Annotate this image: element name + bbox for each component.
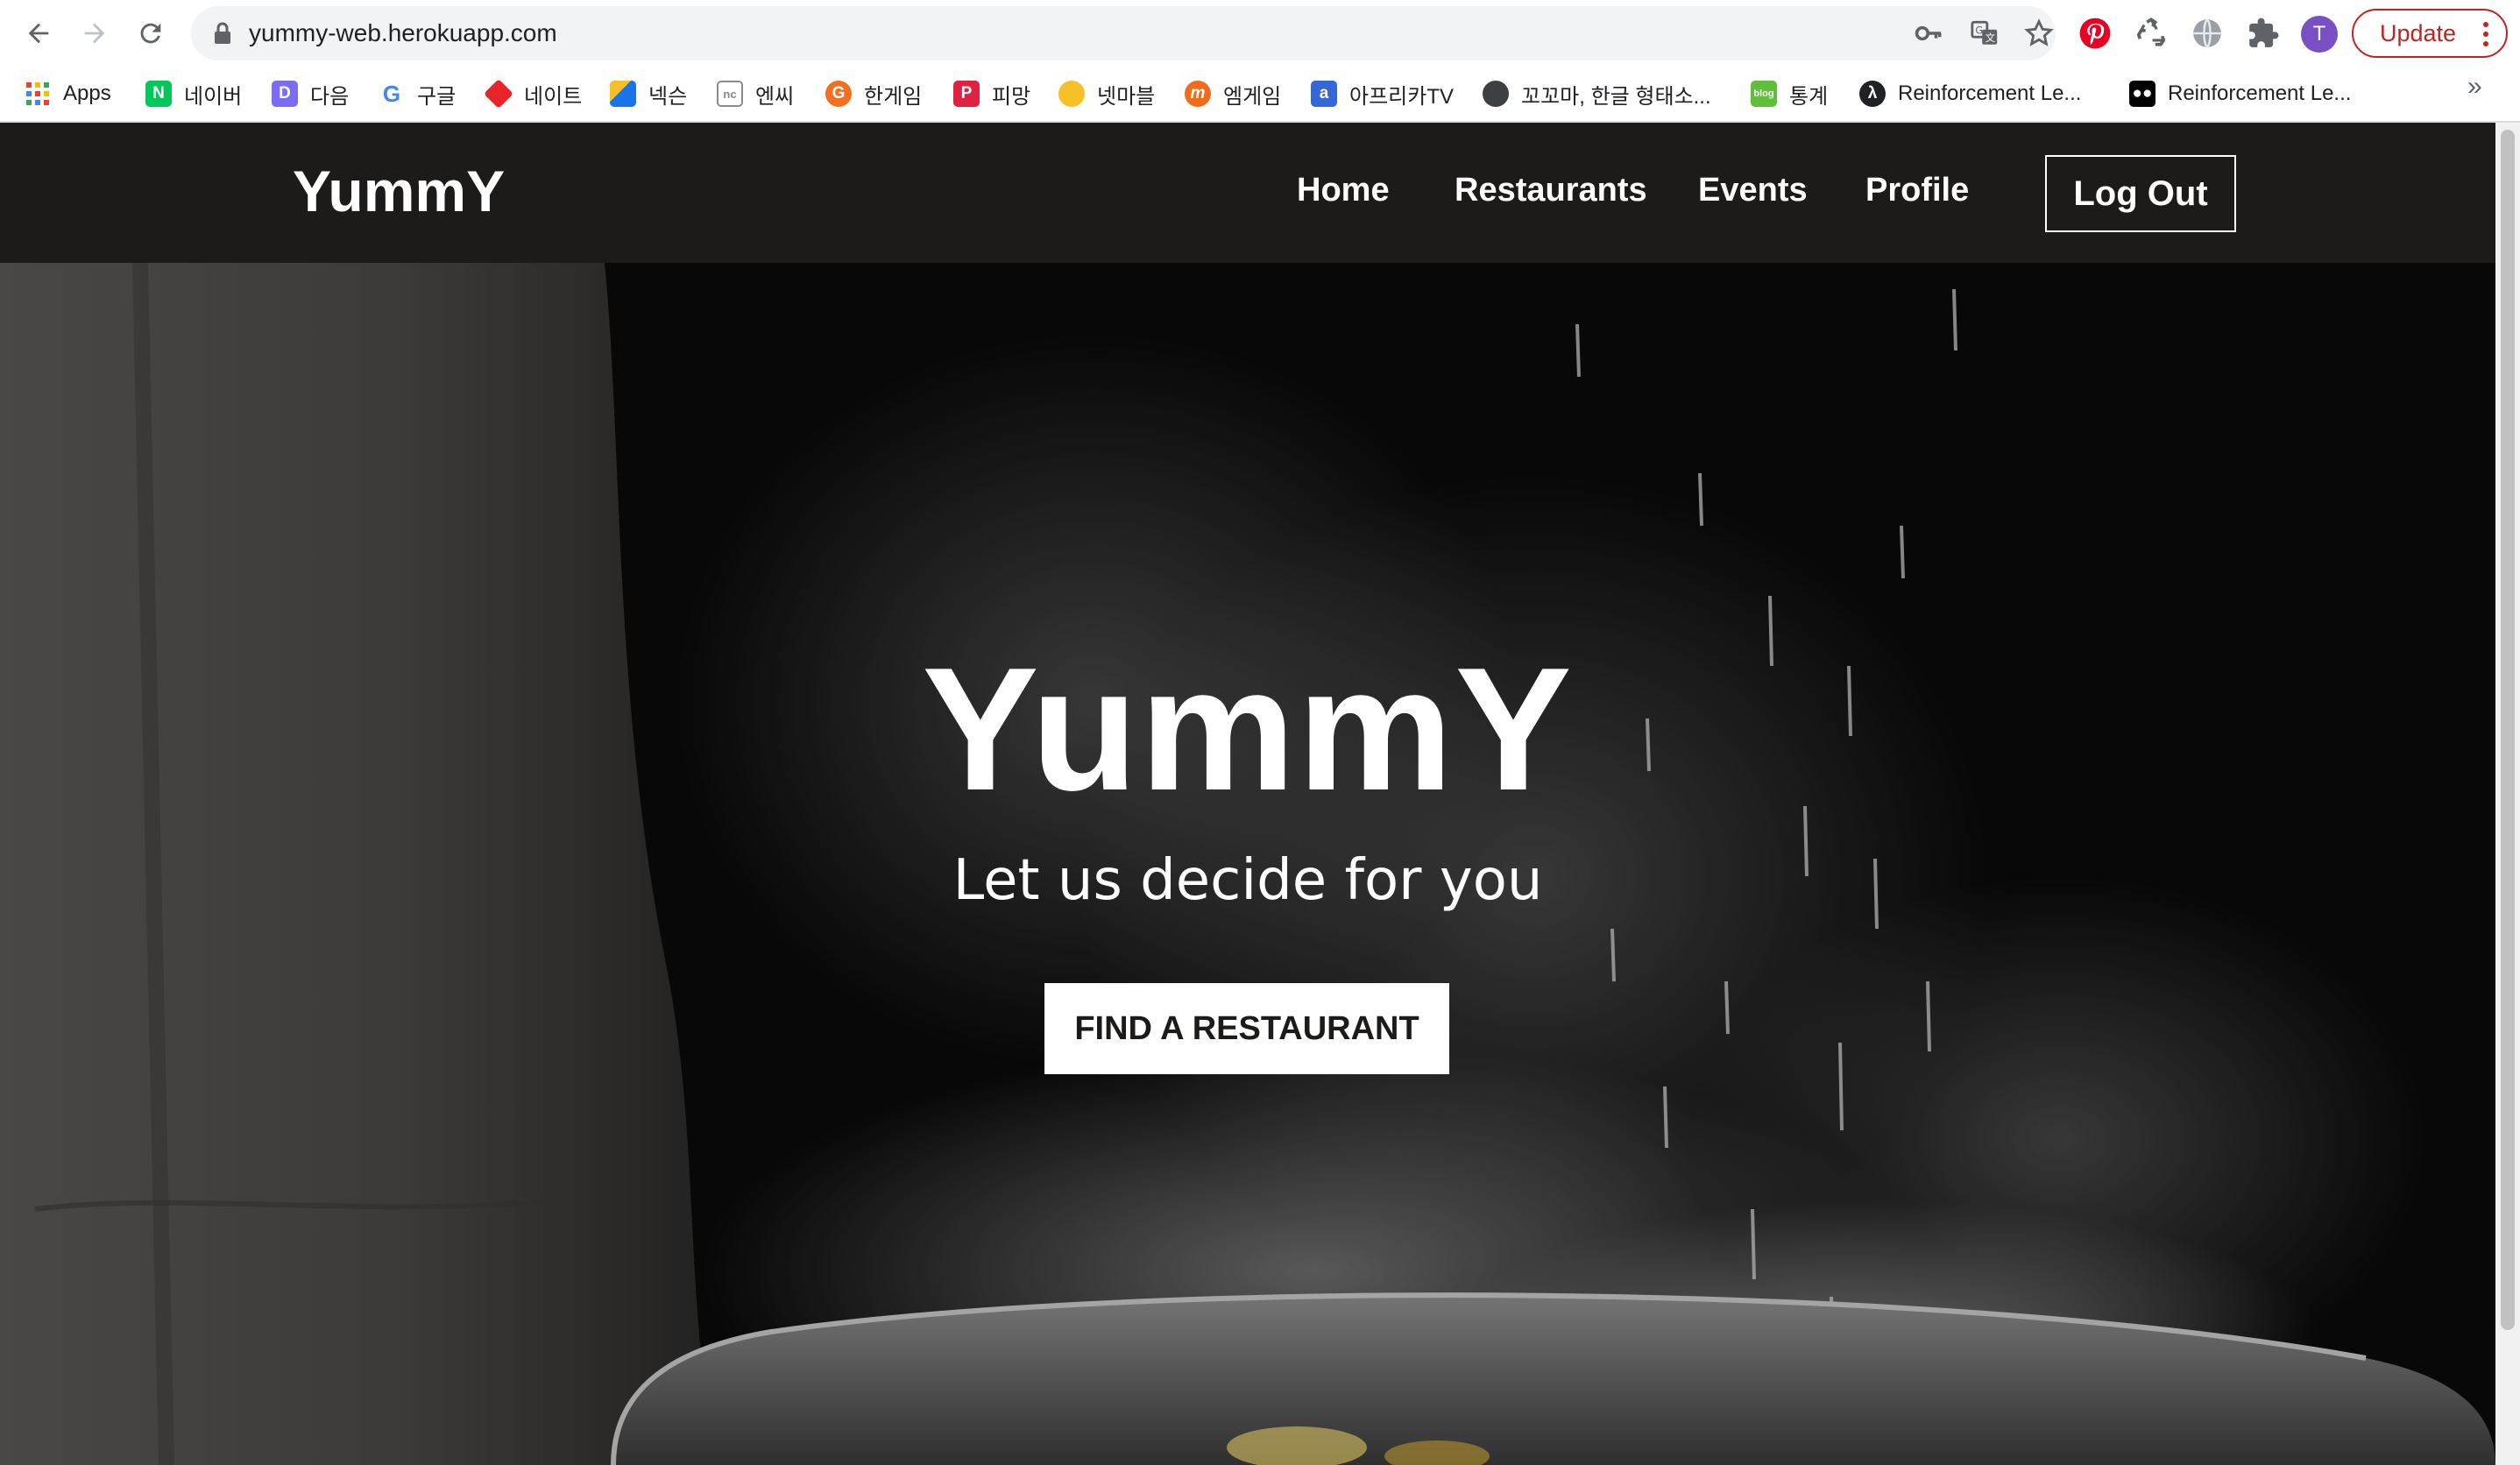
profile-initial: T [2312, 22, 2326, 46]
nav-profile[interactable]: Profile [1865, 172, 1969, 209]
bookmark-label: 통계 [1789, 84, 1829, 109]
globe-extension-icon[interactable] [2191, 17, 2224, 50]
update-label: Update [2380, 19, 2457, 46]
back-button[interactable] [21, 16, 56, 51]
bookmark-google[interactable]: G 구글 [379, 75, 456, 112]
mgame-icon: m [1185, 81, 1211, 107]
forward-arrow-icon [84, 23, 105, 44]
bookmark-naver[interactable]: N 네이버 [145, 75, 242, 112]
bookmark-nexon[interactable]: 넥슨 [610, 75, 687, 112]
bookmark-mgame[interactable]: m 엠게임 [1185, 75, 1281, 112]
svg-text:文: 文 [1986, 32, 1995, 44]
browser-toolbar: yummy-web.herokuapp.com G文 T Update [0, 0, 2520, 67]
forward-button[interactable] [77, 16, 112, 51]
bookmarks-bar: Apps N 네이버 D 다음 G 구글 네이트 넥슨 nc 엔씨 G 한게임 P 피망 넷… [0, 67, 2520, 123]
hero-section: YummY Let us decide for you FIND A RESTA… [0, 263, 2495, 1465]
google-icon: G [382, 80, 401, 107]
bookmark-label: 넷마블 [1097, 84, 1156, 109]
profile-avatar[interactable]: T [2301, 16, 2338, 53]
ncsoft-icon: nc [717, 81, 743, 107]
translate-icon[interactable]: G文 [1970, 18, 2000, 48]
hangame-icon: G [825, 81, 852, 107]
stats-icon: blog [1751, 81, 1777, 107]
globe-icon [1483, 81, 1509, 107]
medium-icon: ●● [2129, 81, 2155, 107]
bookmark-reinforcement-2[interactable]: ●● Reinforcement Le... [2129, 75, 2351, 112]
netmarble-icon [1058, 81, 1085, 107]
find-restaurant-button[interactable]: FIND A RESTAURANT [1044, 983, 1449, 1074]
site-navbar: YummY Home Restaurants Events Profile Lo… [0, 123, 2495, 263]
afreecatv-icon: a [1311, 81, 1337, 107]
bookmark-apps[interactable]: Apps [25, 75, 111, 112]
naver-icon: N [145, 81, 172, 107]
bookmark-stats[interactable]: blog 통계 [1751, 75, 1828, 112]
svg-text:G: G [1975, 25, 1983, 37]
pinterest-extension-icon[interactable] [2078, 17, 2112, 50]
pmang-icon: P [953, 81, 980, 107]
nexon-icon [610, 81, 636, 107]
update-button[interactable]: Update [2352, 9, 2508, 58]
extensions-puzzle-icon[interactable] [2247, 17, 2280, 50]
bookmark-label: 피망 [992, 84, 1031, 109]
url-text[interactable]: yummy-web.herokuapp.com [249, 6, 557, 60]
bookmark-label: 넥슨 [648, 84, 688, 109]
bookmarks-overflow-icon[interactable]: » [2467, 72, 2482, 102]
bookmark-star-icon[interactable] [2024, 18, 2054, 48]
bookmark-ncsoft[interactable]: nc 엔씨 [717, 75, 794, 112]
bookmark-reinforcement-1[interactable]: λ Reinforcement Le... [1859, 75, 2081, 112]
site-logo[interactable]: YummY [293, 158, 505, 224]
bookmark-daum[interactable]: D 다음 [272, 75, 349, 112]
page-scrollbar[interactable] [2495, 123, 2520, 1465]
bookmark-label: 엔씨 [755, 84, 795, 109]
nav-restaurants[interactable]: Restaurants [1455, 172, 1647, 209]
bookmark-label: 구글 [417, 84, 457, 109]
daum-icon: D [272, 81, 298, 107]
reload-button[interactable] [133, 16, 168, 51]
bookmark-pmang[interactable]: P 피망 [953, 75, 1030, 112]
hero-subtitle: Let us decide for you [952, 848, 1543, 913]
lambda-icon: λ [1859, 81, 1886, 107]
bookmark-label: 꼬꼬마, 한글 형태소... [1521, 84, 1711, 109]
bookmark-netmarble[interactable]: 넷마블 [1058, 75, 1155, 112]
bookmark-label: Apps [63, 81, 111, 105]
bookmark-hangame[interactable]: G 한게임 [825, 75, 922, 112]
bookmark-kkma[interactable]: 꼬꼬마, 한글 형태소... [1483, 75, 1711, 112]
nav-home[interactable]: Home [1297, 172, 1390, 209]
bookmark-label: Reinforcement Le... [2168, 81, 2352, 105]
bookmark-label: 네이버 [184, 84, 243, 109]
nate-icon [484, 79, 513, 109]
bookmark-label: 아프리카TV [1349, 84, 1454, 109]
bookmark-nate[interactable]: 네이트 [484, 75, 583, 112]
bookmark-label: 엠게임 [1223, 84, 1282, 109]
reload-icon [140, 23, 161, 44]
recycle-extension-icon[interactable] [2134, 17, 2168, 50]
bookmark-label: 한게임 [864, 84, 923, 109]
logout-button[interactable]: Log Out [2045, 155, 2236, 232]
nav-events[interactable]: Events [1698, 172, 1808, 209]
address-bar[interactable]: yummy-web.herokuapp.com G文 [191, 6, 2056, 60]
key-icon[interactable] [1914, 18, 1943, 48]
bookmark-label: Reinforcement Le... [1898, 81, 2082, 105]
page-viewport: YummY Home Restaurants Events Profile Lo… [0, 123, 2520, 1465]
bookmark-label: 다음 [310, 84, 350, 109]
back-arrow-icon [28, 23, 49, 44]
scrollbar-thumb[interactable] [2501, 130, 2515, 1330]
lock-icon [215, 22, 230, 44]
hero-title: YummY [922, 632, 1574, 827]
bookmark-label: 네이트 [524, 84, 583, 109]
apps-grid-icon [26, 82, 49, 105]
menu-dots-icon [2483, 22, 2488, 46]
bookmark-afreecatv[interactable]: a 아프리카TV [1311, 75, 1454, 112]
